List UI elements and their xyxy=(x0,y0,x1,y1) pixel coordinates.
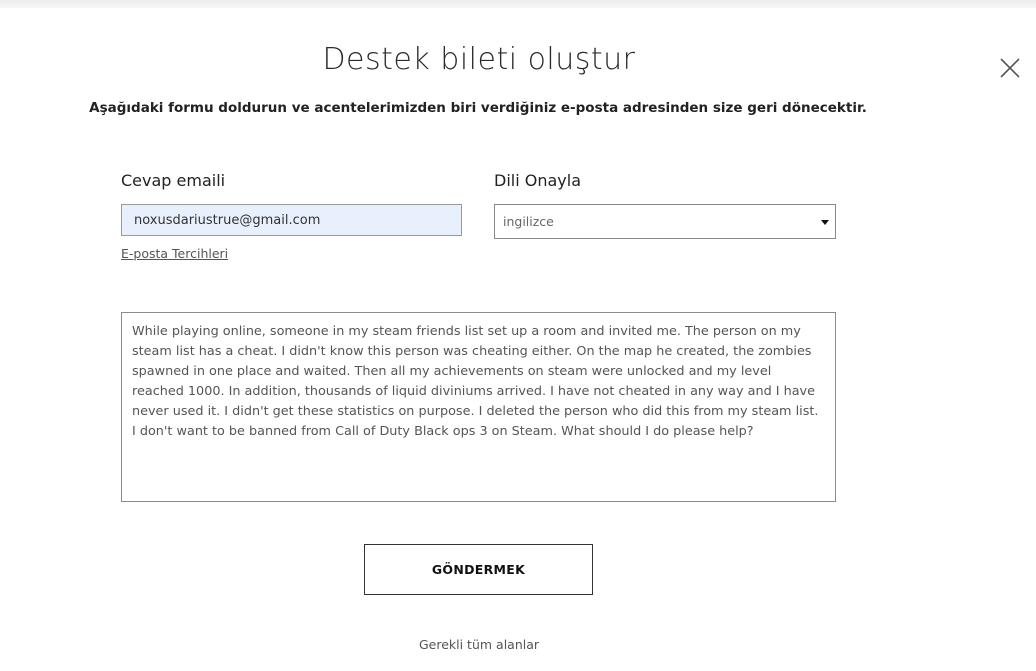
language-select[interactable]: ingilizce xyxy=(494,204,836,239)
email-preferences-link[interactable]: E-posta Tercihleri xyxy=(121,246,228,261)
page-subtitle: Aşağıdaki formu doldurun ve acentelerimi… xyxy=(89,100,867,116)
page-title: Destek bileti oluştur xyxy=(322,42,636,77)
required-fields-note: Gerekli tüm alanlar xyxy=(418,637,540,652)
language-selected-value: ingilizce xyxy=(503,214,554,229)
close-button[interactable] xyxy=(996,54,1024,82)
email-field[interactable] xyxy=(121,204,462,236)
message-textarea[interactable]: While playing online, someone in my stea… xyxy=(121,312,836,502)
caret-down-icon xyxy=(821,220,829,225)
email-label: Cevap emaili xyxy=(121,171,226,190)
submit-button[interactable]: GÖNDERMEK xyxy=(364,544,593,595)
top-bar xyxy=(0,0,1036,8)
language-label: Dili Onayla xyxy=(494,171,581,190)
close-icon xyxy=(1000,58,1020,78)
